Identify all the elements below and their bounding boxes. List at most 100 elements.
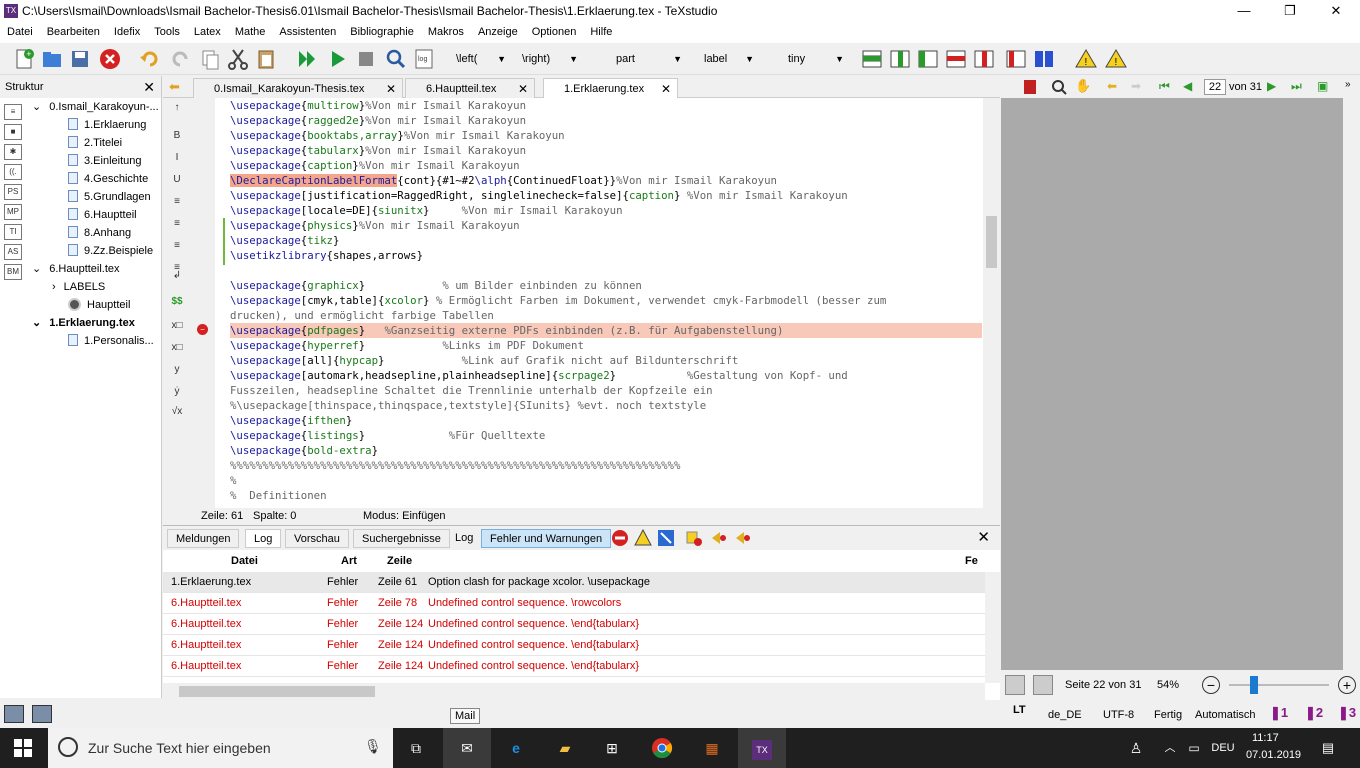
editor-tool-icon[interactable]: x□ xyxy=(169,340,185,356)
minimize-button[interactable]: — xyxy=(1221,0,1267,23)
tab-erklaerung[interactable]: 1.Erklaerung.tex ✕ xyxy=(543,78,678,98)
editor-tool-icon[interactable]: ↑ xyxy=(169,100,185,116)
chevron-down-icon[interactable]: ⌄ xyxy=(32,101,41,113)
table-remove-column-icon[interactable] xyxy=(972,47,996,71)
chevron-right-icon[interactable]: › xyxy=(52,281,56,293)
table-add-column-icon[interactable] xyxy=(888,47,912,71)
next-error-icon[interactable] xyxy=(734,529,752,547)
editor-tool-icon[interactable]: x□ xyxy=(169,318,185,334)
tree-item[interactable]: › LABELS xyxy=(28,278,160,296)
menu-hilfe[interactable]: Hilfe xyxy=(583,23,619,38)
sectioning-combo[interactable]: part ▼ xyxy=(610,49,686,69)
prev-error-icon[interactable] xyxy=(710,529,728,547)
toggle-structure-icon[interactable] xyxy=(4,705,24,723)
chevron-down-icon[interactable]: ⌄ xyxy=(32,263,41,275)
new-file-icon[interactable]: + xyxy=(12,47,36,71)
clock-time[interactable]: 11:17 xyxy=(1252,732,1279,744)
code-line[interactable]: \usepackage[all]{hypcap} %Link auf Grafi… xyxy=(230,353,982,368)
paste-icon[interactable] xyxy=(254,47,278,71)
menu-optionen[interactable]: Optionen xyxy=(525,23,584,38)
log-row[interactable]: 6.Hauptteil.tex Fehler Zeile 124 Undefin… xyxy=(163,656,985,677)
bookmark-2-icon[interactable]: ❚2 xyxy=(1305,705,1323,721)
editor-tool-icon[interactable]: √x xyxy=(169,404,185,420)
person-icon[interactable] xyxy=(1005,675,1025,695)
pdf-canvas[interactable] xyxy=(1001,98,1343,670)
compile-mode[interactable]: Automatisch xyxy=(1195,709,1256,721)
log-row[interactable]: 1.Erklaerung.tex Fehler Zeile 61 Option … xyxy=(163,572,985,593)
bookmark-3-icon[interactable]: ❚3 xyxy=(1338,705,1356,721)
file-explorer-icon[interactable]: ▰ xyxy=(553,736,577,760)
font-size-combo[interactable]: tiny ▼ xyxy=(782,49,848,69)
chevron-down-icon[interactable]: ⌄ xyxy=(32,317,41,329)
messages-close-button[interactable]: ✕ xyxy=(977,528,990,546)
filter-errors-warnings[interactable]: Fehler und Warnungen xyxy=(481,529,612,548)
tree-item[interactable]: 9.Zz.Beispiele xyxy=(28,242,160,260)
zoom-slider[interactable] xyxy=(1229,684,1329,686)
badbox-filter-icon[interactable] xyxy=(657,529,675,547)
tab-suchergebnisse[interactable]: Suchergebnisse xyxy=(353,529,450,548)
editor-tool-icon[interactable]: $$ xyxy=(169,294,185,310)
code-line[interactable]: \usepackage{graphicx} % um Bilder einbin… xyxy=(230,278,982,293)
log-row[interactable]: 6.Hauptteil.tex Fehler Zeile 124 Undefin… xyxy=(163,635,985,656)
menu-anzeige[interactable]: Anzeige xyxy=(471,23,525,38)
table-remove-row-icon[interactable] xyxy=(944,47,968,71)
tree-item[interactable]: 6.Hauptteil xyxy=(28,206,160,224)
cut-icon[interactable] xyxy=(226,47,250,71)
structure-view-icon[interactable]: ≡ xyxy=(4,104,22,120)
zoom-out-icon[interactable]: − xyxy=(1202,676,1220,694)
code-line[interactable]: \usepackage{multirow}%Von mir Ismail Kar… xyxy=(230,98,982,113)
bookmarks-icon[interactable]: ■ xyxy=(4,124,22,140)
languagetool-icon[interactable]: LT xyxy=(1013,704,1026,716)
editor-tool-icon[interactable]: U xyxy=(169,172,185,188)
editor-tool-icon[interactable]: ≡ xyxy=(169,238,185,254)
view-log-icon[interactable]: log xyxy=(412,47,436,71)
log-vertical-scrollbar[interactable] xyxy=(985,572,1000,683)
save-icon[interactable] xyxy=(68,47,92,71)
person-alt-icon[interactable] xyxy=(1033,675,1053,695)
table-cut-column-icon[interactable] xyxy=(1004,47,1028,71)
log-row[interactable]: 6.Hauptteil.tex Fehler Zeile 78 Undefine… xyxy=(163,593,985,614)
log-row[interactable]: 6.Hauptteil.tex Fehler Zeile 124 Undefin… xyxy=(163,614,985,635)
editor-tool-icon[interactable]: ≡ xyxy=(169,216,185,232)
editor-tool-icon[interactable]: ẏ xyxy=(169,384,185,400)
people-icon[interactable]: ♙ xyxy=(1124,736,1148,760)
code-line[interactable]: drucken), und ermöglicht farbige Tabelle… xyxy=(230,308,982,323)
tree-item[interactable]: ⌄ 1.Erklaerung.tex xyxy=(28,314,160,332)
task-view-icon[interactable]: ⧉ xyxy=(404,736,428,760)
menu-idefix[interactable]: Idefix xyxy=(107,23,147,38)
more-icon[interactable]: » xyxy=(1345,79,1351,90)
editor-tool-icon[interactable]: I xyxy=(169,150,185,166)
menu-tools[interactable]: Tools xyxy=(147,23,187,38)
code-line[interactable] xyxy=(230,263,982,278)
asymptote-icon[interactable]: AS xyxy=(4,244,22,260)
tree-item[interactable]: Hauptteil xyxy=(28,296,160,314)
code-area[interactable]: \usepackage{multirow}%Von mir Ismail Kar… xyxy=(230,98,982,503)
page-input[interactable]: 22 xyxy=(1204,79,1226,95)
header-file[interactable]: Datei xyxy=(231,555,258,567)
code-editor[interactable]: ↑ B I U ≡ ≡ ≡ ≡ ↲ $$ x□ x□ y ẏ √x − \usepackage{multir… xyxy=(163,98,1000,508)
menu-bearbeiten[interactable]: Bearbeiten xyxy=(40,23,107,38)
header-line[interactable]: Zeile xyxy=(387,555,412,567)
beamer-icon[interactable]: BM xyxy=(4,264,22,280)
tab-hauptteil[interactable]: 6.Hauptteil.tex ✕ xyxy=(405,78,535,98)
chrome-icon[interactable] xyxy=(651,737,673,759)
pdf-scrollbar[interactable] xyxy=(1343,98,1360,670)
error-filter-icon[interactable] xyxy=(611,529,629,547)
editor-tool-icon[interactable]: B xyxy=(169,128,185,144)
code-line[interactable]: % Definitionen xyxy=(230,488,982,503)
windows-start-icon[interactable] xyxy=(14,739,32,757)
pstricks-icon[interactable]: PS xyxy=(4,184,22,200)
tree-item[interactable]: 2.Titelei xyxy=(28,134,160,152)
menu-bibliographie[interactable]: Bibliographie xyxy=(343,23,421,38)
tree-item[interactable]: 8.Anhang xyxy=(28,224,160,242)
open-folder-icon[interactable] xyxy=(40,47,64,71)
menu-datei[interactable]: Datei xyxy=(0,23,40,38)
code-line[interactable]: \usepackage{ifthen} xyxy=(230,413,982,428)
left-delimiter-combo[interactable]: \left(▼ xyxy=(450,49,510,69)
bookmark-1-icon[interactable]: ❚1 xyxy=(1270,705,1288,721)
hand-tool-icon[interactable]: ✋ xyxy=(1075,78,1091,94)
error-marker-icon[interactable]: − xyxy=(197,324,208,335)
code-line[interactable]: Fusszeilen, headsepline Schaltet die Tre… xyxy=(230,383,982,398)
code-line[interactable]: \usepackage{tabularx}%Von mir Ismail Kar… xyxy=(230,143,982,158)
notification-icon[interactable]: ▤ xyxy=(1316,736,1340,760)
